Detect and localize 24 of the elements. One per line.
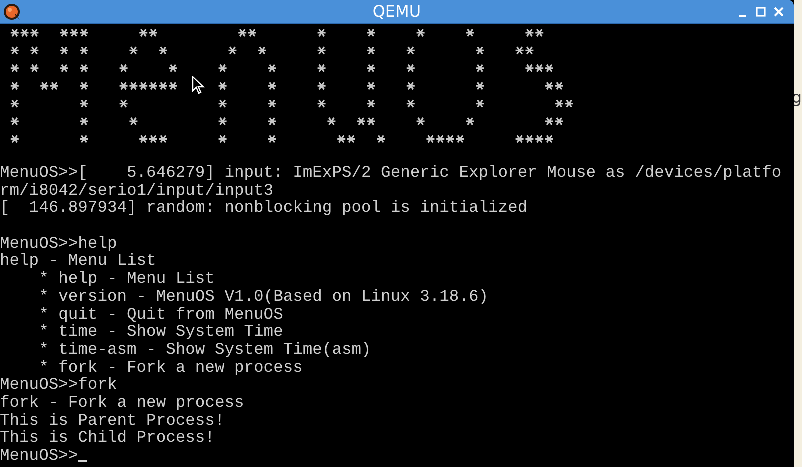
maximize-button[interactable] — [754, 4, 768, 18]
terminal-line: MenuOS>> — [0, 447, 78, 465]
terminal-line: [ 146.897934] random: nonblocking pool is initialized — [0, 199, 528, 218]
terminal-line: MenuOS>>help — [0, 234, 118, 252]
terminal-line: * fork - Fork a new process — [38, 358, 303, 376]
window-title: QEMU — [372, 2, 422, 21]
terminal-line: This is Child Process! — [0, 429, 215, 447]
maximize-icon — [756, 6, 766, 16]
terminal-line: * time - Show System Time — [38, 323, 284, 341]
terminal-line: MenuOS>>[ 5.646279] input: ImExPS/2 Generic Explorer Mouse as /devices/platfo — [0, 164, 782, 182]
terminal-line: help - Menu List — [0, 252, 156, 270]
terminal-line: fork - Fork a new process — [0, 394, 244, 412]
close-icon — [774, 6, 784, 16]
mouse-pointer-icon — [192, 76, 205, 95]
terminal-line: MenuOS>>fork — [0, 376, 118, 394]
terminal-line: * version - MenuOS V1.0(Based on Linux 3.18.6) — [38, 288, 489, 306]
terminal-line: * time-asm - Show System Time(asm) — [38, 340, 372, 359]
close-button[interactable] — [772, 4, 786, 18]
terminal-line: This is Parent Process! — [0, 412, 225, 430]
terminal-line: * quit - Quit from MenuOS — [38, 306, 284, 324]
terminal-line: * help - Menu List — [38, 270, 215, 288]
minimize-icon — [739, 14, 746, 16]
app-logo-icon — [3, 2, 21, 20]
terminal-line: rm/i8042/serio1/input/input3 — [0, 182, 274, 200]
